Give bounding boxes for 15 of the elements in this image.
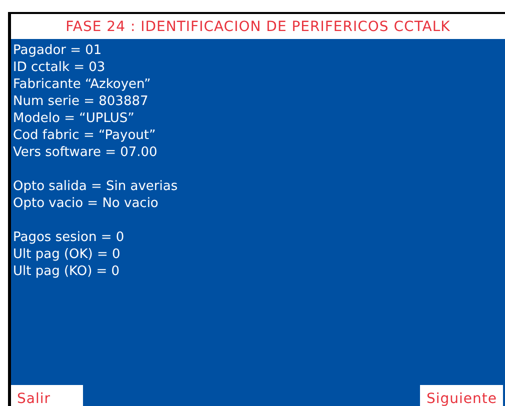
info-line: Opto vacio = No vacio <box>13 195 160 212</box>
screen-title: FASE 24 : IDENTIFICACION DE PERIFERICOS CCTALK <box>66 18 450 34</box>
info-line: Pagador = 01 <box>13 42 103 59</box>
nav-button[interactable]: Siguiente <box>420 385 503 406</box>
info-line: ID cctalk = 03 <box>13 59 106 76</box>
info-line: Pagos sesion = 0 <box>13 229 126 246</box>
info-line: Cod fabric = “Payout” <box>13 127 157 144</box>
info-line: Ult pag (OK) = 0 <box>13 246 122 263</box>
nav-button[interactable]: Salir <box>11 385 83 406</box>
info-line: Num serie = 803887 <box>13 93 150 110</box>
info-line: Vers software = 07.00 <box>13 144 158 161</box>
info-line: Fabricante “Azkoyen” <box>13 76 152 93</box>
info-line: Opto salida = Sin averias <box>13 178 179 195</box>
info-line: Ult pag (KO) = 0 <box>13 263 121 280</box>
info-line: Modelo = “UPLUS” <box>13 110 136 127</box>
